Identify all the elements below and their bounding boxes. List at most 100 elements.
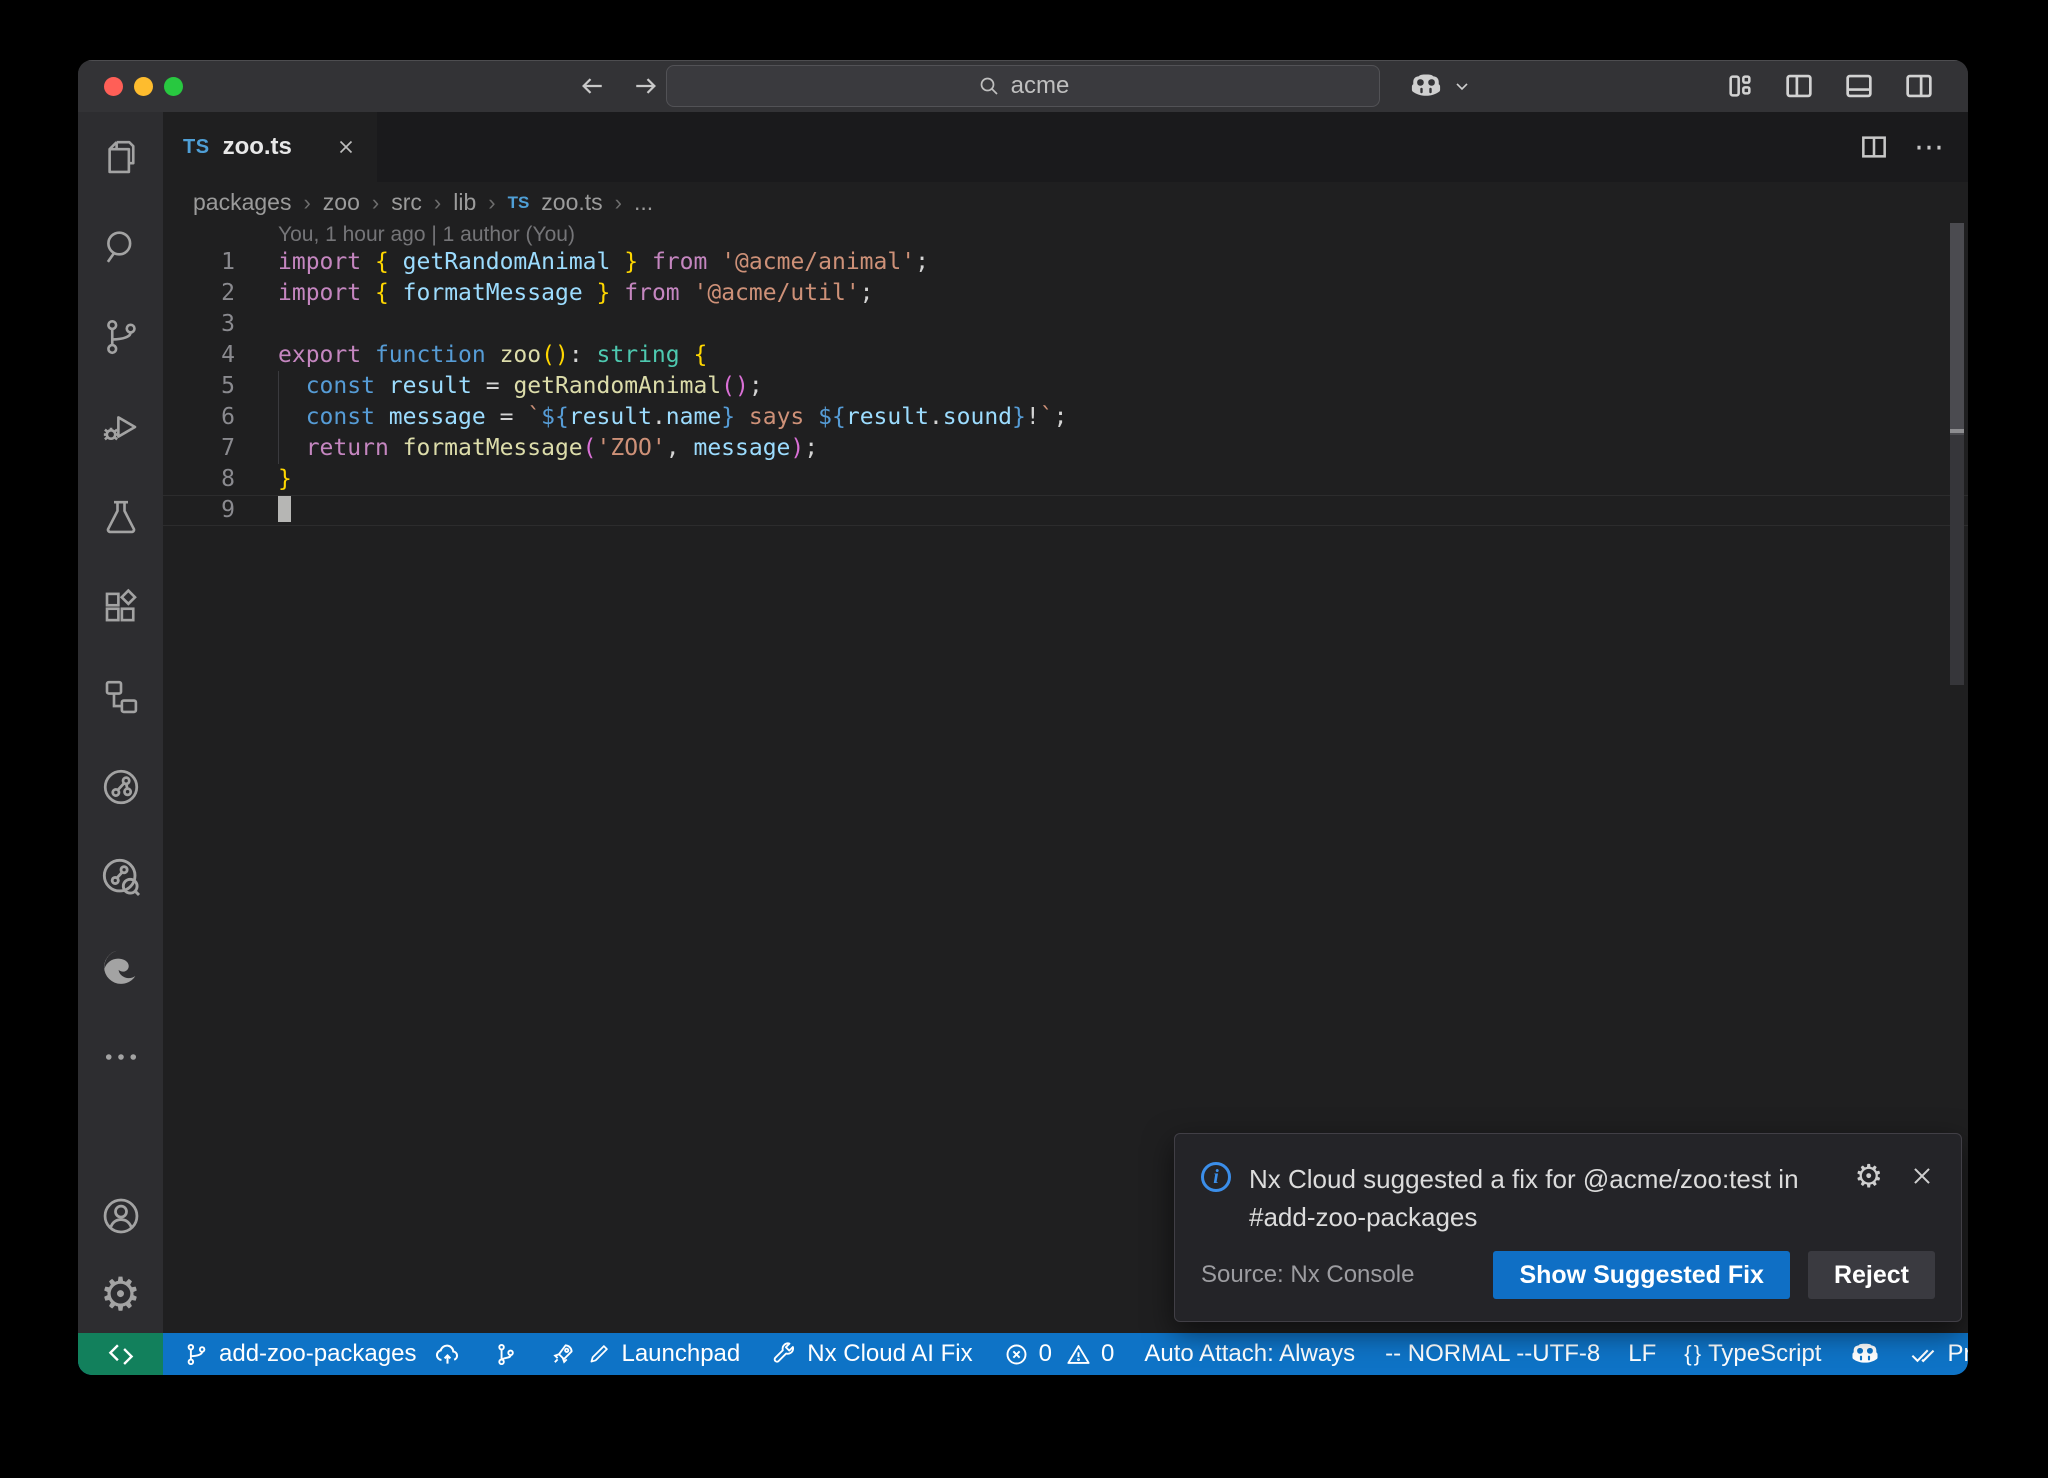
- code-line-6[interactable]: 6 const message = `${result.name} says $…: [163, 402, 1968, 433]
- git-branch-icon: [183, 1341, 210, 1368]
- minimize-window-button[interactable]: [134, 77, 153, 96]
- encoding-status[interactable]: UTF-8: [1532, 1340, 1600, 1368]
- toggle-panel-icon[interactable]: [1842, 69, 1876, 103]
- zoom-window-button[interactable]: [164, 77, 183, 96]
- braces-icon: { }: [1684, 1341, 1699, 1367]
- line-number: 2: [163, 278, 235, 309]
- scrollbar-thumb[interactable]: [1950, 223, 1964, 435]
- code-line-9[interactable]: 9: [163, 495, 1968, 526]
- search-view-icon[interactable]: [78, 202, 163, 292]
- launchpad-status[interactable]: Launchpad: [549, 1340, 740, 1368]
- wrench-icon: [770, 1340, 798, 1368]
- breadcrumb-item-lib[interactable]: lib: [453, 189, 476, 216]
- command-center-search[interactable]: acme: [666, 65, 1380, 107]
- vim-mode-label: -- NORMAL --: [1385, 1340, 1532, 1368]
- breadcrumb-item-zoo[interactable]: zoo: [323, 189, 360, 216]
- breadcrumb-item-packages[interactable]: packages: [193, 189, 291, 216]
- copilot-icon[interactable]: [1408, 68, 1444, 104]
- code-line-8[interactable]: 8}: [163, 464, 1968, 495]
- notification-toast: i Nx Cloud suggested a fix for @acme/zoo…: [1174, 1133, 1962, 1322]
- run-debug-icon[interactable]: [78, 382, 163, 472]
- command-center-text: acme: [1011, 72, 1070, 100]
- breadcrumb-separator: ›: [434, 190, 441, 216]
- auto-attach-status[interactable]: Auto Attach: Always: [1144, 1340, 1355, 1368]
- split-editor-icon[interactable]: [1858, 131, 1890, 163]
- hierarchy-view-icon[interactable]: [78, 652, 163, 742]
- line-number: 4: [163, 340, 235, 371]
- notification-message: Nx Cloud suggested a fix for @acme/zoo:t…: [1249, 1160, 1849, 1236]
- close-tab-icon[interactable]: [335, 136, 357, 158]
- breadcrumb-item-src[interactable]: src: [391, 189, 422, 216]
- remote-indicator[interactable]: [78, 1333, 163, 1375]
- warning-count: 0: [1101, 1340, 1114, 1368]
- encoding-label: UTF-8: [1532, 1340, 1600, 1368]
- copilot-icon: [1849, 1338, 1881, 1370]
- code-line-2[interactable]: 2import { formatMessage } from '@acme/ut…: [163, 278, 1968, 309]
- additional-views-icon[interactable]: [78, 1012, 163, 1102]
- copilot-status[interactable]: [1849, 1338, 1881, 1370]
- notification-close-icon[interactable]: [1909, 1163, 1935, 1189]
- screen: acme: [0, 0, 2048, 1478]
- reject-button[interactable]: Reject: [1808, 1251, 1935, 1299]
- branch-name: add-zoo-packages: [219, 1340, 416, 1368]
- source-control-graph-status[interactable]: [492, 1341, 519, 1368]
- forward-arrow-icon[interactable]: [630, 71, 660, 101]
- git-blame-annotation[interactable]: You, 1 hour ago | 1 author (You): [163, 223, 1968, 247]
- toggle-secondary-sidebar-icon[interactable]: [1902, 69, 1936, 103]
- toggle-primary-sidebar-icon[interactable]: [1782, 69, 1816, 103]
- git-branch-status[interactable]: add-zoo-packages: [183, 1340, 462, 1369]
- line-number: 5: [163, 371, 235, 402]
- edge-tools-icon[interactable]: [78, 922, 163, 1012]
- typescript-file-icon: TS: [183, 136, 210, 159]
- source-control-icon[interactable]: [78, 292, 163, 382]
- code-line-5[interactable]: 5 const result = getRandomAnimal();: [163, 371, 1968, 402]
- chevron-down-icon[interactable]: [1452, 76, 1472, 96]
- customize-layout-icon[interactable]: [1724, 70, 1756, 102]
- line-number: 8: [163, 464, 235, 495]
- status-bar: add-zoo-packages: [78, 1333, 1968, 1375]
- problems-status[interactable]: 0 0: [1003, 1340, 1115, 1368]
- formatter-status[interactable]: Prettier: [1909, 1340, 1968, 1369]
- nx-cloud-ai-fix-label: Nx Cloud AI Fix: [807, 1340, 972, 1368]
- testing-icon[interactable]: [78, 472, 163, 562]
- breadcrumb-item-symbol[interactable]: ...: [634, 189, 653, 216]
- error-count: 0: [1039, 1340, 1052, 1368]
- explorer-icon[interactable]: [78, 112, 163, 202]
- scrollbar-thumb-lower[interactable]: [1950, 435, 1964, 685]
- code-line-7[interactable]: 7 return formatMessage('ZOO', message);: [163, 433, 1968, 464]
- editor-cursor: [278, 496, 291, 522]
- settings-gear-icon[interactable]: ⚙: [78, 1255, 163, 1333]
- breadcrumb-separator: ›: [303, 190, 310, 216]
- extensions-icon[interactable]: [78, 562, 163, 652]
- breadcrumb: packages › zoo › src › lib › TS zoo.ts ›…: [163, 182, 1968, 223]
- code-line-1[interactable]: 1import { getRandomAnimal } from '@acme/…: [163, 247, 1968, 278]
- close-window-button[interactable]: [104, 77, 123, 96]
- back-arrow-icon[interactable]: [578, 71, 608, 101]
- publish-cloud-icon: [433, 1340, 462, 1369]
- accounts-icon[interactable]: [78, 1177, 163, 1255]
- line-number: 9: [163, 495, 235, 526]
- nx-cloud-icon[interactable]: [78, 832, 163, 922]
- tab-zoo-ts[interactable]: TS zoo.ts: [163, 112, 377, 182]
- breadcrumb-item-file[interactable]: zoo.ts: [541, 189, 602, 216]
- nx-console-icon[interactable]: [78, 742, 163, 832]
- nx-cloud-ai-fix-status[interactable]: Nx Cloud AI Fix: [770, 1340, 972, 1368]
- breadcrumb-separator: ›: [615, 190, 622, 216]
- code-lines: 1import { getRandomAnimal } from '@acme/…: [163, 247, 1968, 526]
- code-line-3[interactable]: 3: [163, 309, 1968, 340]
- info-icon: i: [1201, 1162, 1231, 1192]
- overview-ruler-cursor-mark: [1950, 429, 1964, 433]
- notification-source: Source: Nx Console: [1201, 1261, 1414, 1289]
- editor-more-actions-icon[interactable]: ⋯: [1914, 130, 1944, 165]
- vim-mode-status[interactable]: -- NORMAL --: [1385, 1340, 1532, 1368]
- auto-attach-label: Auto Attach: Always: [1144, 1340, 1355, 1368]
- eol-status[interactable]: LF: [1628, 1340, 1656, 1368]
- rocket-icon: [549, 1340, 577, 1368]
- notification-settings-gear-icon[interactable]: ⚙: [1854, 1160, 1883, 1192]
- line-number: 6: [163, 402, 235, 433]
- show-suggested-fix-button[interactable]: Show Suggested Fix: [1493, 1251, 1789, 1299]
- language-mode-status[interactable]: { } TypeScript: [1684, 1340, 1821, 1368]
- tab-bar: TS zoo.ts ⋯: [163, 112, 1968, 182]
- eol-label: LF: [1628, 1340, 1656, 1368]
- code-line-4[interactable]: 4export function zoo(): string {: [163, 340, 1968, 371]
